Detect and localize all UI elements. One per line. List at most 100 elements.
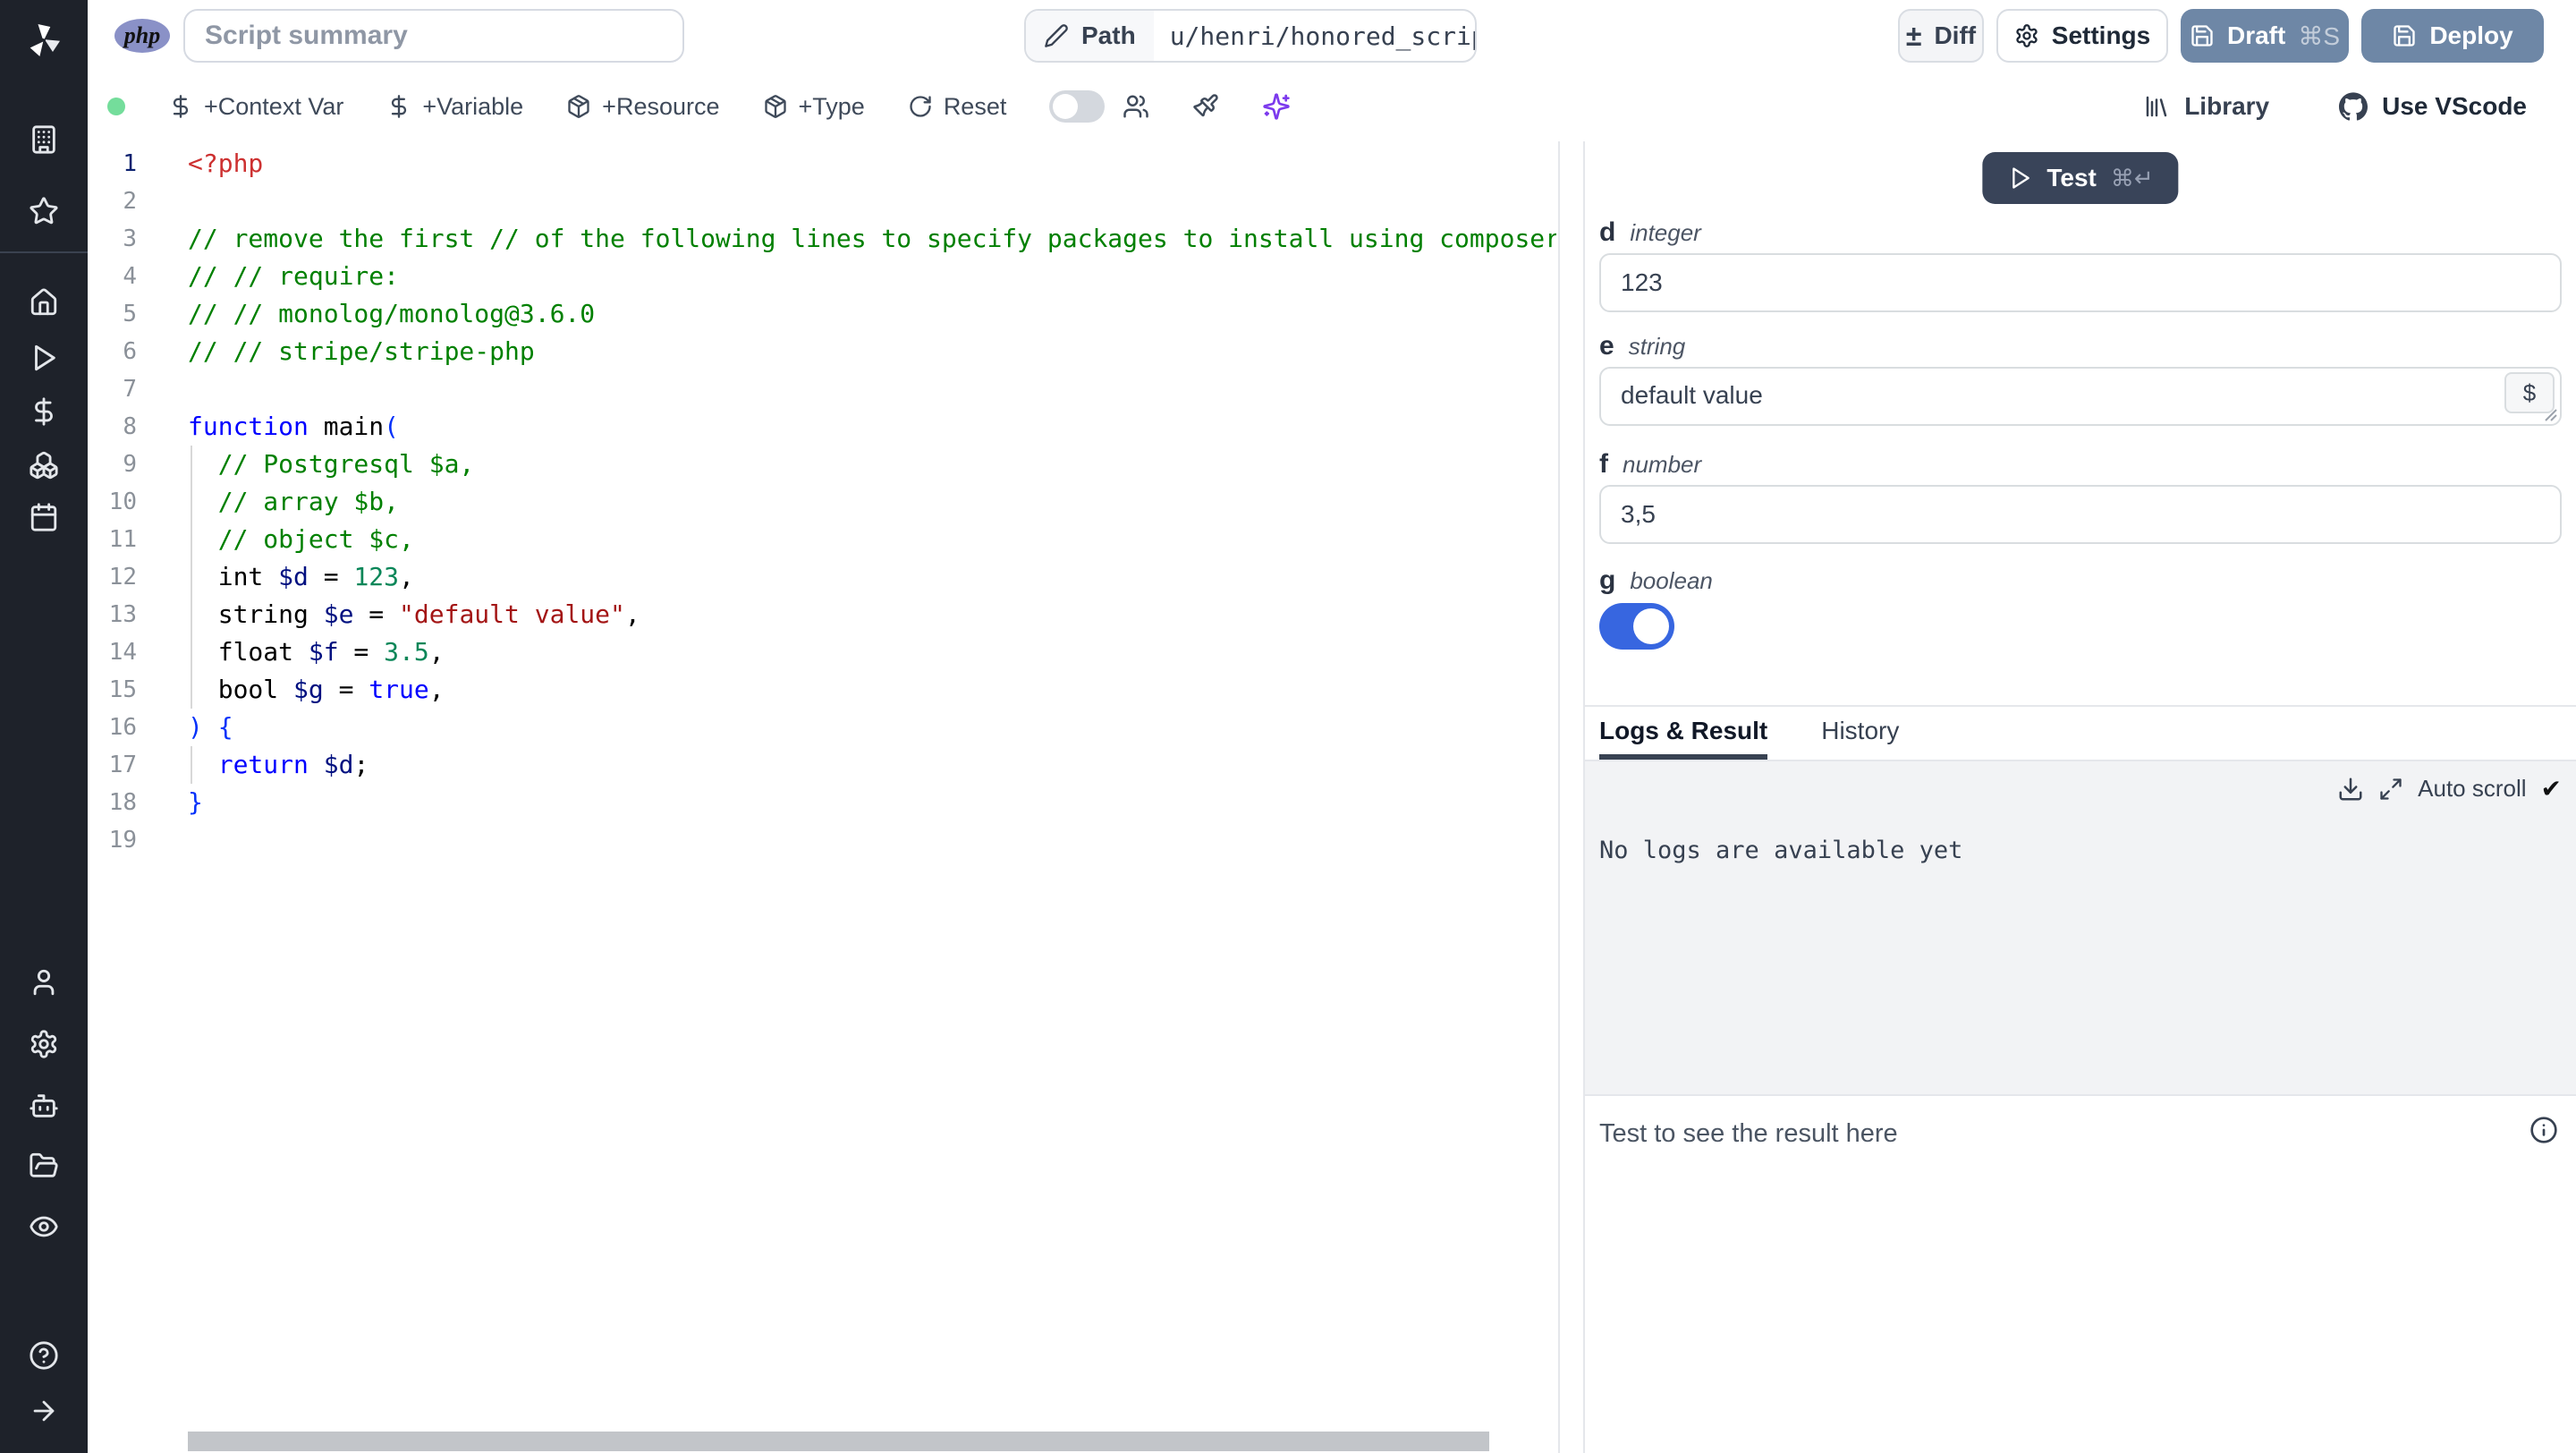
line-number: 8 — [123, 413, 137, 440]
code-line[interactable]: bool $g = true, — [188, 671, 1556, 709]
code-line[interactable]: // // require: — [188, 258, 1556, 295]
field-e-name: e — [1599, 331, 1614, 361]
schedules-calendar-icon[interactable] — [0, 502, 88, 532]
field-f-input[interactable] — [1599, 485, 2562, 544]
workspace-building-icon[interactable] — [0, 124, 88, 155]
field-e-textarea[interactable]: default value — [1599, 367, 2562, 426]
code-line[interactable]: int $d = 123, — [188, 558, 1556, 596]
add-resource-button[interactable]: +Resource — [566, 93, 720, 121]
path-value: u/henri/honored_script — [1169, 21, 1477, 51]
line-number: 5 — [123, 301, 137, 327]
settings-gear-icon[interactable] — [0, 1029, 88, 1059]
field-g-toggle[interactable] — [1599, 603, 1674, 650]
code-line[interactable]: function main( — [188, 408, 1556, 446]
variables-dollar-icon[interactable] — [0, 396, 88, 427]
code-line[interactable]: string $e = "default value", — [188, 596, 1556, 633]
workers-robot-icon[interactable] — [0, 1091, 88, 1121]
resources-boxes-icon[interactable] — [0, 450, 88, 480]
line-number: 14 — [108, 639, 137, 666]
code-line[interactable] — [188, 821, 1556, 859]
line-number: 2 — [123, 188, 137, 215]
dollar-icon — [173, 95, 189, 118]
code-line[interactable]: // // stripe/stripe-php — [188, 333, 1556, 370]
line-number: 10 — [108, 489, 137, 515]
field-g: g boolean — [1599, 565, 2562, 650]
diff-button[interactable]: ± Diff — [1898, 9, 1984, 63]
line-number: 19 — [108, 827, 137, 854]
add-context-var-button[interactable]: +Context Var — [168, 93, 343, 121]
favorites-star-icon[interactable] — [0, 196, 88, 226]
library-icon — [2146, 96, 2167, 117]
editor-toolbar: +Context Var +Variable +Resource +Type R… — [88, 72, 2576, 143]
settings-button[interactable]: Settings — [1996, 9, 2168, 63]
collapse-arrow-icon[interactable] — [0, 1396, 88, 1426]
use-vscode-button[interactable]: Use VScode — [2339, 92, 2527, 121]
format-brush-icon[interactable] — [1192, 93, 1219, 120]
test-button[interactable]: Test ⌘↵ — [1982, 152, 2179, 204]
code-line[interactable]: // Postgresql $a, — [188, 446, 1556, 483]
code-line[interactable]: // // monolog/monolog@3.6.0 — [188, 295, 1556, 333]
code-line[interactable] — [188, 183, 1556, 220]
add-type-button[interactable]: +Type — [763, 93, 865, 121]
top-bar: php Path u/henri/honored_script ± Diff S… — [88, 0, 2576, 73]
indent-guide — [191, 746, 192, 784]
code-editor[interactable]: 1 2 3 4 5 6 7 8 9 10 11 12 13 14 15 16 17 18 19 <?php// re… — [88, 141, 1560, 1453]
tab-logs-result[interactable]: Logs & Result — [1599, 707, 1768, 760]
deploy-button[interactable]: Deploy — [2361, 9, 2544, 63]
auto-scroll-check-icon[interactable]: ✔ — [2541, 774, 2562, 803]
home-icon[interactable] — [0, 287, 88, 318]
code-line[interactable]: // remove the first // of the following … — [188, 220, 1556, 258]
runs-play-icon[interactable] — [0, 343, 88, 373]
reset-button[interactable]: Reset — [908, 93, 1006, 121]
result-pane: Test to see the result here — [1585, 1096, 2576, 1453]
logs-pane: Auto scroll ✔ No logs are available yet — [1585, 761, 2576, 1096]
ai-sparkles-icon[interactable] — [1262, 92, 1291, 121]
script-summary-input[interactable] — [183, 9, 684, 63]
save-icon — [2190, 23, 2215, 48]
code-line[interactable]: float $f = 3.5, — [188, 633, 1556, 671]
line-number: 1 — [123, 150, 137, 177]
tab-history[interactable]: History — [1821, 707, 1899, 760]
info-icon[interactable] — [2529, 1116, 2558, 1144]
folders-icon[interactable] — [0, 1151, 88, 1181]
sidebar-divider — [0, 251, 88, 253]
windmill-logo[interactable] — [0, 20, 88, 61]
pencil-icon — [1044, 23, 1069, 48]
field-e: e string default value $ — [1599, 331, 2562, 426]
field-d-type: integer — [1630, 219, 1701, 246]
draft-button[interactable]: Draft ⌘S — [2181, 9, 2349, 63]
indent-guide — [191, 446, 192, 709]
code-line[interactable]: // object $c, — [188, 521, 1556, 558]
code-lines[interactable]: <?php // remove the first // of the follo… — [188, 145, 1556, 859]
dollar-icon — [392, 95, 407, 118]
code-line[interactable] — [188, 370, 1556, 408]
multiplayer-toggle[interactable] — [1049, 90, 1106, 123]
path-label: Path — [1081, 21, 1136, 49]
code-line[interactable]: // array $b, — [188, 483, 1556, 521]
resize-grip-icon[interactable] — [2544, 408, 2558, 422]
code-line[interactable]: ) { — [188, 709, 1556, 746]
audit-eye-icon[interactable] — [0, 1211, 88, 1242]
expand-logs-icon[interactable] — [2378, 777, 2403, 802]
draft-shortcut: ⌘S — [2298, 21, 2341, 50]
field-g-name: g — [1599, 565, 1616, 595]
horizontal-scrollbar[interactable] — [188, 1432, 1489, 1451]
add-variable-button[interactable]: +Variable — [386, 93, 523, 121]
download-logs-icon[interactable] — [2337, 776, 2364, 803]
field-d-input[interactable] — [1599, 253, 2562, 312]
line-number: 16 — [108, 714, 137, 741]
user-icon[interactable] — [0, 967, 88, 998]
package-icon — [764, 95, 786, 118]
script-path-button[interactable]: Path u/henri/honored_script — [1024, 9, 1477, 63]
field-d-name: d — [1599, 217, 1616, 247]
field-e-type: string — [1628, 333, 1686, 360]
panel-splitter[interactable] — [1560, 141, 1585, 1453]
code-line[interactable]: } — [188, 784, 1556, 821]
result-tabs: Logs & Result History — [1585, 705, 2576, 761]
code-line[interactable]: return $d; — [188, 746, 1556, 784]
line-number: 11 — [108, 526, 137, 553]
help-icon[interactable] — [0, 1340, 88, 1371]
code-line[interactable]: <?php — [188, 145, 1556, 183]
auto-scroll-label[interactable]: Auto scroll — [2418, 775, 2526, 803]
library-button[interactable]: Library — [2143, 92, 2269, 121]
